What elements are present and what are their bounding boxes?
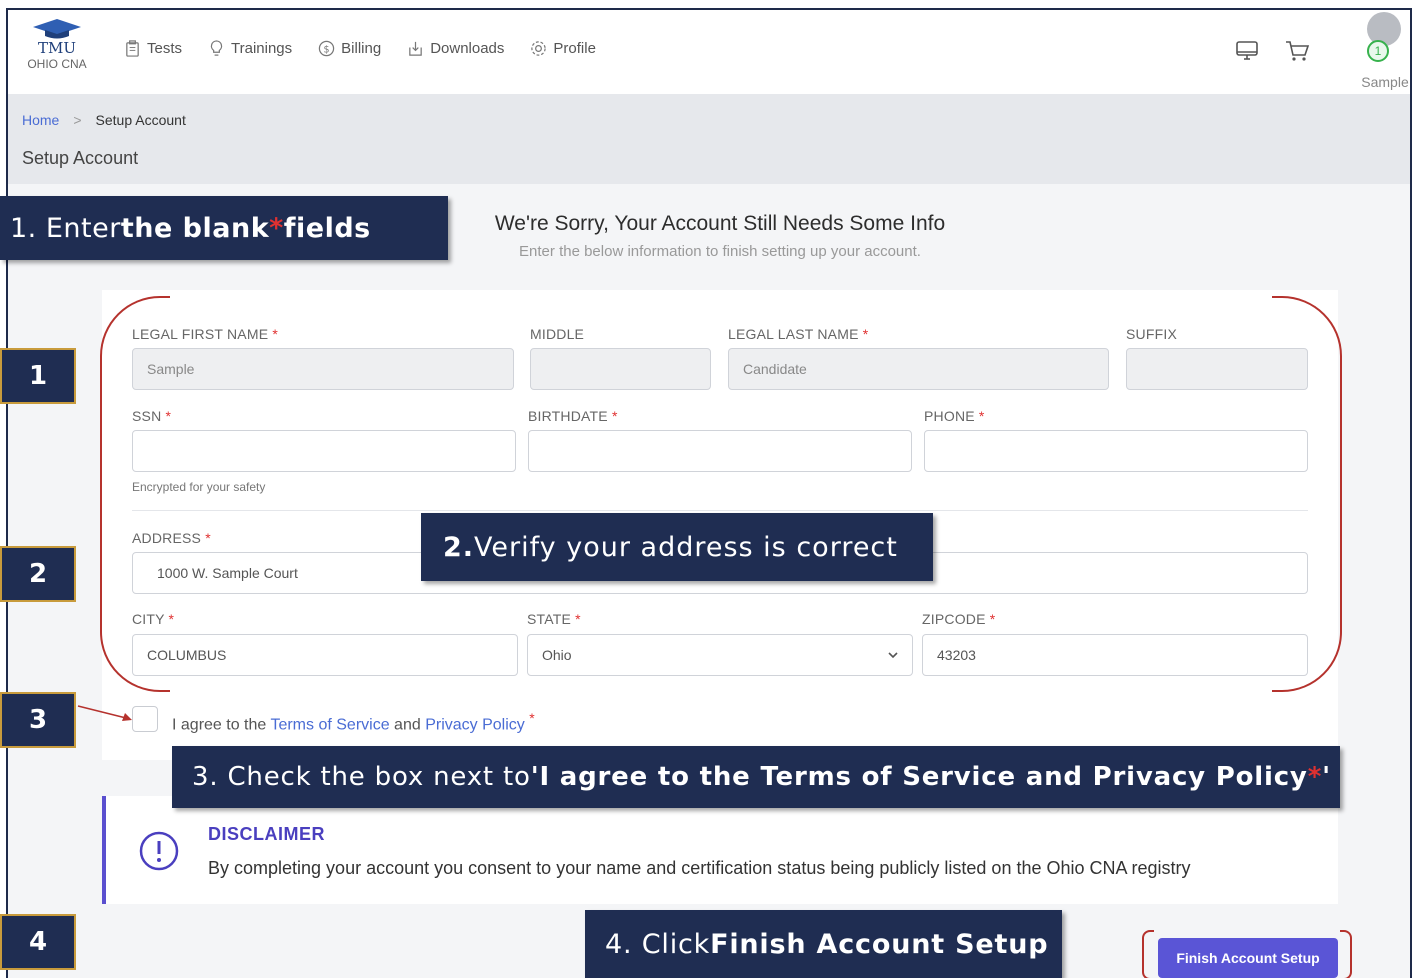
terms-link[interactable]: Terms of Service xyxy=(270,716,389,733)
zipcode-label: ZIPCODE * xyxy=(922,611,996,627)
notification-badge: 1 xyxy=(1367,40,1389,62)
svg-text:$: $ xyxy=(324,44,330,55)
state-value: Ohio xyxy=(542,647,572,663)
disclaimer-text: By completing your account you consent t… xyxy=(208,858,1191,878)
disclaimer-title: DISCLAIMER xyxy=(208,824,325,844)
button-bracket-left xyxy=(1142,930,1154,978)
phone-field[interactable] xyxy=(924,430,1308,472)
state-select[interactable]: Ohio xyxy=(527,634,913,676)
agree-label: I agree to the Terms of Service and Priv… xyxy=(172,710,535,734)
first-name-field[interactable]: Sample xyxy=(132,348,514,390)
step-badge-4: 4 xyxy=(0,914,76,970)
user-menu[interactable]: 1 Sample xyxy=(1360,12,1409,90)
disclaimer-panel: DISCLAIMER By completing your account yo… xyxy=(102,796,1338,904)
logo-subtitle: OHIO CNA xyxy=(27,57,87,71)
last-name-field[interactable]: Candidate xyxy=(728,348,1109,390)
lightbulb-icon xyxy=(210,40,223,56)
form-divider xyxy=(132,510,1308,511)
breadcrumb-separator: > xyxy=(73,112,82,128)
download-icon xyxy=(409,41,422,56)
step-badge-2: 2 xyxy=(0,546,76,602)
nav-billing-label: Billing xyxy=(341,40,382,57)
callout-step-2: 2. Verify your address is correct xyxy=(421,513,933,581)
nav-trainings[interactable]: Trainings xyxy=(208,40,292,57)
form-bracket-left xyxy=(100,296,170,692)
nav-profile-label: Profile xyxy=(553,40,596,57)
callout-step-3: 3. Check the box next to 'I agree to the… xyxy=(172,746,1340,808)
arrow-icon xyxy=(77,705,132,721)
middle-name-field[interactable] xyxy=(530,348,711,390)
logo-title: TMU xyxy=(37,39,76,57)
button-bracket-right xyxy=(1340,930,1352,978)
nav-tests-label: Tests xyxy=(147,40,183,57)
breadcrumb: Home > Setup Account xyxy=(22,112,186,128)
nav-tests[interactable]: Tests xyxy=(124,40,182,57)
alert-icon xyxy=(139,831,179,871)
zipcode-field[interactable]: 43203 xyxy=(922,634,1308,676)
step-badge-1: 1 xyxy=(0,348,76,404)
privacy-link[interactable]: Privacy Policy xyxy=(425,716,525,733)
main-nav: Tests Trainings $ Billing Downloads Prof… xyxy=(124,40,596,57)
nav-downloads-label: Downloads xyxy=(430,40,505,57)
cart-icon[interactable] xyxy=(1284,38,1310,64)
top-nav: TMU OHIO CNA Tests Trainings $ Billing D… xyxy=(8,10,1410,94)
clipboard-icon xyxy=(126,40,139,57)
callout-step-1: 1. Enter the blank * fields xyxy=(0,196,448,260)
state-label: STATE * xyxy=(527,611,581,627)
birthdate-label: BIRTHDATE * xyxy=(528,408,618,424)
suffix-label: SUFFIX xyxy=(1126,326,1177,342)
nav-profile[interactable]: Profile xyxy=(530,40,596,57)
nav-trainings-label: Trainings xyxy=(231,40,293,57)
middle-name-label: MIDDLE xyxy=(530,326,585,342)
city-field[interactable]: COLUMBUS xyxy=(132,634,518,676)
finish-account-setup-button[interactable]: Finish Account Setup xyxy=(1158,938,1338,978)
graduation-cap-icon xyxy=(33,19,81,39)
ssn-field[interactable] xyxy=(132,430,516,472)
dollar-icon: $ xyxy=(318,40,335,57)
page-title: Setup Account xyxy=(22,148,139,168)
form-bracket-right xyxy=(1272,296,1342,692)
breadcrumb-current: Setup Account xyxy=(95,112,186,128)
nav-billing[interactable]: $ Billing xyxy=(318,40,381,57)
user-name: Sample xyxy=(1361,74,1409,90)
callout-step-4: 4. Click Finish Account Setup xyxy=(585,910,1062,978)
birthdate-field[interactable] xyxy=(528,430,912,472)
form-heading: We're Sorry, Your Account Still Needs So… xyxy=(494,212,946,235)
monitor-icon[interactable] xyxy=(1234,38,1260,64)
page-header: Home > Setup Account Setup Account xyxy=(8,94,1410,184)
gear-icon xyxy=(531,41,547,56)
step-badge-3: 3 xyxy=(0,692,76,748)
logo[interactable]: TMU OHIO CNA xyxy=(22,18,92,72)
nav-downloads[interactable]: Downloads xyxy=(407,40,504,57)
last-name-label: LEGAL LAST NAME * xyxy=(728,326,869,342)
form-subheading: Enter the below information to finish se… xyxy=(519,243,921,260)
phone-label: PHONE * xyxy=(924,408,985,424)
breadcrumb-home[interactable]: Home xyxy=(22,112,59,128)
chevron-down-icon xyxy=(888,652,898,659)
